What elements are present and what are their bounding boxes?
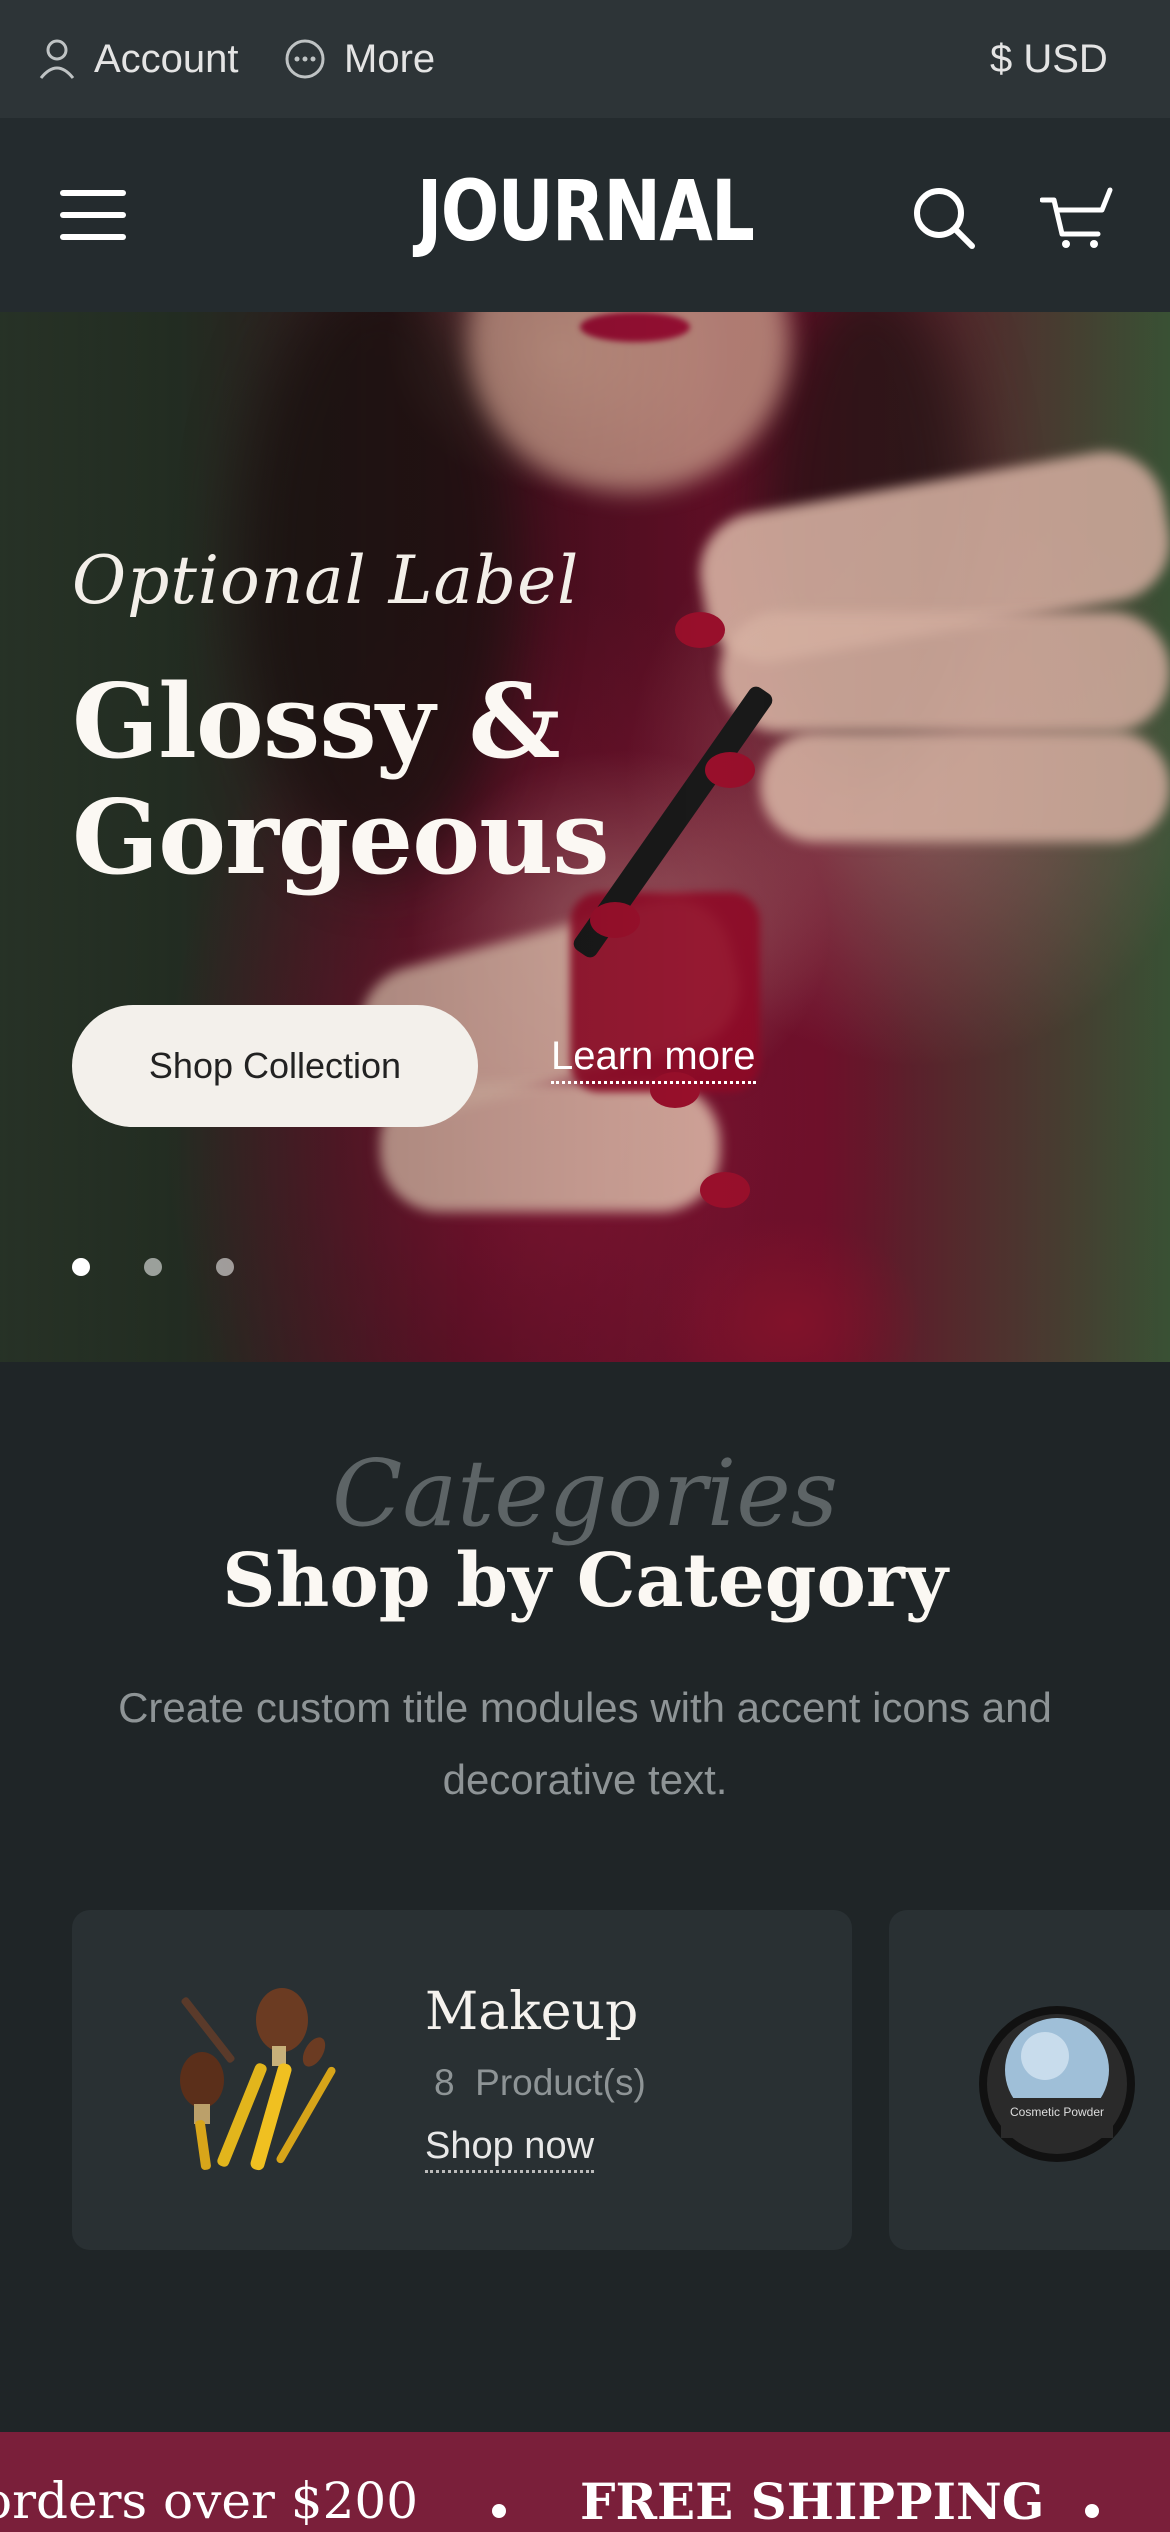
user-icon [39, 39, 75, 79]
svg-text:Cosmetic Powder: Cosmetic Powder [1010, 2105, 1104, 2119]
more-link[interactable]: More [284, 0, 435, 118]
learn-more-link[interactable]: Learn more [551, 1034, 756, 1084]
category-name: Makeup [425, 1982, 639, 2042]
account-link[interactable]: Account [38, 0, 239, 118]
account-label: Account [94, 36, 239, 81]
top-bar: Account More $ USD [0, 0, 1170, 118]
search-icon[interactable] [912, 186, 976, 250]
hero-optional-label: Optional Label [72, 542, 580, 619]
cosmetic-powder-image: Cosmetic Powder [979, 2006, 1135, 2162]
marquee-separator [1085, 2504, 1099, 2518]
marquee-text-1: orders over $200 [0, 2472, 419, 2530]
shipping-marquee: orders over $200 FREE SHIPPING [0, 2432, 1170, 2532]
more-label: More [344, 36, 436, 81]
marquee-text-2: FREE SHIPPING [580, 2472, 1045, 2531]
categories-subtitle: Create custom title modules with accent … [118, 1684, 1052, 1803]
slide-dot-3[interactable] [216, 1258, 234, 1276]
shop-now-link[interactable]: Shop now [425, 2125, 595, 2173]
slide-dot-2[interactable] [144, 1258, 162, 1276]
marquee-separator [492, 2504, 506, 2518]
category-card-cosmetic-powder[interactable]: Cosmetic Powder [889, 1910, 1170, 2250]
currency-selector[interactable]: $ USD [990, 0, 1108, 118]
categories-title: Shop by Category [222, 1538, 948, 1624]
category-count: 8 Product(s) [434, 2062, 646, 2103]
slide-dot-1[interactable] [72, 1258, 90, 1276]
more-icon [285, 39, 325, 79]
hero-title: Glossy & Gorgeous [72, 662, 610, 898]
main-header: JOURNAL [0, 118, 1170, 312]
currency-label: $ USD [990, 36, 1108, 81]
shop-collection-button[interactable]: Shop Collection [72, 1005, 478, 1127]
hero-slider[interactable]: Optional Label Glossy & Gorgeous Shop Co… [0, 312, 1170, 1362]
categories-accent-text: Categories [332, 1440, 838, 1547]
cart-icon[interactable] [1040, 186, 1114, 250]
category-card-makeup[interactable]: Makeup 8 Product(s) Shop now [72, 1910, 852, 2250]
makeup-brushes-image [180, 1988, 336, 2171]
